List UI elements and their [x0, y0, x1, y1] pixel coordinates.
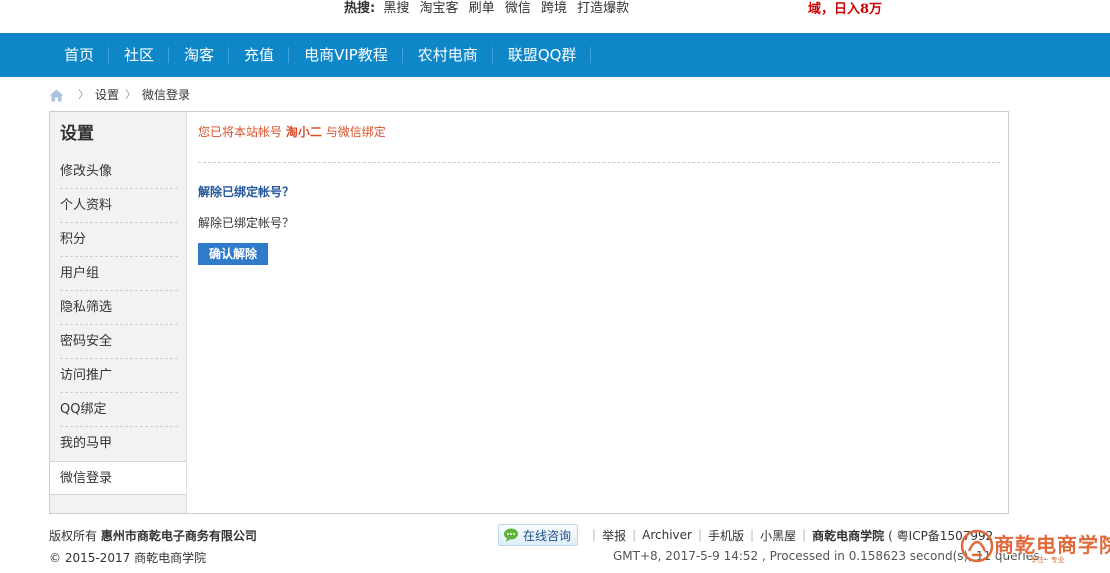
footer-years: © 2015-2017 商乾电商学院	[49, 549, 206, 566]
copyright-prefix: 版权所有	[49, 529, 98, 543]
sidebar-item-password[interactable]: 密码安全	[60, 325, 178, 359]
watermark-logo: 商乾电商学院 专注 · 专业	[958, 523, 1110, 569]
breadcrumb: 〉 设置 〉 微信登录	[49, 86, 190, 104]
notice-suffix: 与微信绑定	[325, 125, 386, 139]
footer-copyright: 版权所有 惠州市商乾电子商务有限公司	[49, 527, 257, 544]
home-icon[interactable]	[49, 89, 64, 102]
copyright-years: © 2015-2017	[49, 551, 131, 565]
footer-divider: |	[632, 528, 637, 542]
footer-site-name[interactable]: 商乾电商学院	[134, 551, 206, 565]
footer-link-blackroom[interactable]: 小黑屋	[760, 527, 796, 544]
notice-prefix: 您已将本站帐号	[198, 125, 283, 139]
nav-item-recharge[interactable]: 充值	[229, 33, 290, 77]
nav-item-rural-ecommerce[interactable]: 农村电商	[403, 33, 493, 77]
watermark-subtext: 专注 · 专业	[1030, 556, 1065, 564]
nav-item-qq-group[interactable]: 联盟QQ群	[493, 33, 592, 77]
promo-text[interactable]: 域，日入8万	[808, 0, 882, 17]
sidebar-item-qq-bind[interactable]: QQ绑定	[60, 393, 178, 427]
breadcrumb-wechat-login: 微信登录	[142, 88, 191, 102]
breadcrumb-separator: 〉	[78, 88, 89, 101]
footer-links: 在线咨询 | 举报 | Archiver | 手机版 | 小黑屋 | 商乾电商学…	[498, 523, 993, 547]
breadcrumb-settings[interactable]: 设置	[95, 86, 119, 104]
footer-link-report[interactable]: 举报	[602, 527, 626, 544]
sidebar-item-promotion[interactable]: 访问推广	[60, 359, 178, 393]
sidebar-item-credits[interactable]: 积分	[60, 223, 178, 257]
settings-content: 您已将本站帐号 淘小二 与微信绑定 解除已绑定帐号？ 解除已绑定帐号？ 确认解除	[198, 112, 1000, 265]
bind-notice: 您已将本站帐号 淘小二 与微信绑定	[198, 124, 1000, 163]
footer-link-mobile[interactable]: 手机版	[708, 527, 744, 544]
sidebar-item-avatar[interactable]: 修改头像	[60, 155, 178, 189]
footer-brand[interactable]: 商乾电商学院	[812, 527, 884, 544]
hot-link-baokuan[interactable]: 打造爆款	[577, 1, 629, 16]
online-consult-label: 在线咨询	[523, 528, 572, 543]
footer-divider: |	[750, 528, 755, 542]
online-consult-button[interactable]: 在线咨询	[498, 524, 579, 546]
footer-link-archiver[interactable]: Archiver	[642, 528, 692, 542]
hot-search: 热搜: 黑搜 淘宝客 刷单 微信 跨境 打造爆款	[344, 0, 635, 20]
sidebar-item-privacy[interactable]: 隐私筛选	[60, 291, 178, 325]
nav-item-taoke[interactable]: 淘客	[169, 33, 230, 77]
settings-panel: 设置 修改头像 个人资料 积分 用户组 隐私筛选 密码安全 访问推广 QQ绑定 …	[49, 111, 1009, 514]
hot-link-taobaoke[interactable]: 淘宝客	[420, 1, 459, 16]
unbind-heading: 解除已绑定帐号？	[198, 185, 295, 199]
top-hot-bar: 热搜: 黑搜 淘宝客 刷单 微信 跨境 打造爆款 域，日入8万	[0, 0, 1110, 33]
nav-item-home[interactable]: 首页	[49, 33, 110, 77]
sidebar-item-vest[interactable]: 我的马甲	[60, 427, 178, 461]
chat-bubble-icon	[504, 528, 518, 542]
sidebar-item-profile[interactable]: 个人资料	[60, 189, 178, 223]
footer-divider: |	[592, 528, 597, 542]
hot-link-shuadan[interactable]: 刷单	[469, 1, 495, 16]
unbind-description: 解除已绑定帐号？	[198, 216, 295, 230]
footer-divider: |	[697, 528, 703, 542]
notice-username: 淘小二	[285, 125, 322, 139]
nav-item-vip-tutorial[interactable]: 电商VIP教程	[289, 33, 403, 77]
breadcrumb-separator: 〉	[125, 88, 137, 101]
settings-sidebar: 设置 修改头像 个人资料 积分 用户组 隐私筛选 密码安全 访问推广 QQ绑定 …	[50, 112, 187, 513]
hot-link-heisou[interactable]: 黑搜	[383, 1, 409, 16]
watermark-text: 商乾电商学院	[994, 533, 1110, 557]
sidebar-title: 设置	[60, 124, 94, 144]
sidebar-item-wechat-login[interactable]: 微信登录	[50, 461, 186, 495]
hot-search-label: 热搜:	[344, 1, 376, 16]
main-nav: 首页 社区 淘客 充值 电商VIP教程 农村电商 联盟QQ群	[0, 33, 1110, 77]
nav-item-community[interactable]: 社区	[109, 33, 170, 77]
hot-link-weixin[interactable]: 微信	[505, 1, 531, 16]
confirm-unbind-button[interactable]: 确认解除	[198, 243, 268, 265]
sidebar-item-usergroup[interactable]: 用户组	[60, 257, 178, 291]
seal-icon	[960, 529, 994, 563]
footer-divider: |	[802, 528, 807, 542]
company-name[interactable]: 惠州市商乾电子商务有限公司	[101, 529, 257, 543]
hot-link-kuajing[interactable]: 跨境	[541, 1, 567, 16]
